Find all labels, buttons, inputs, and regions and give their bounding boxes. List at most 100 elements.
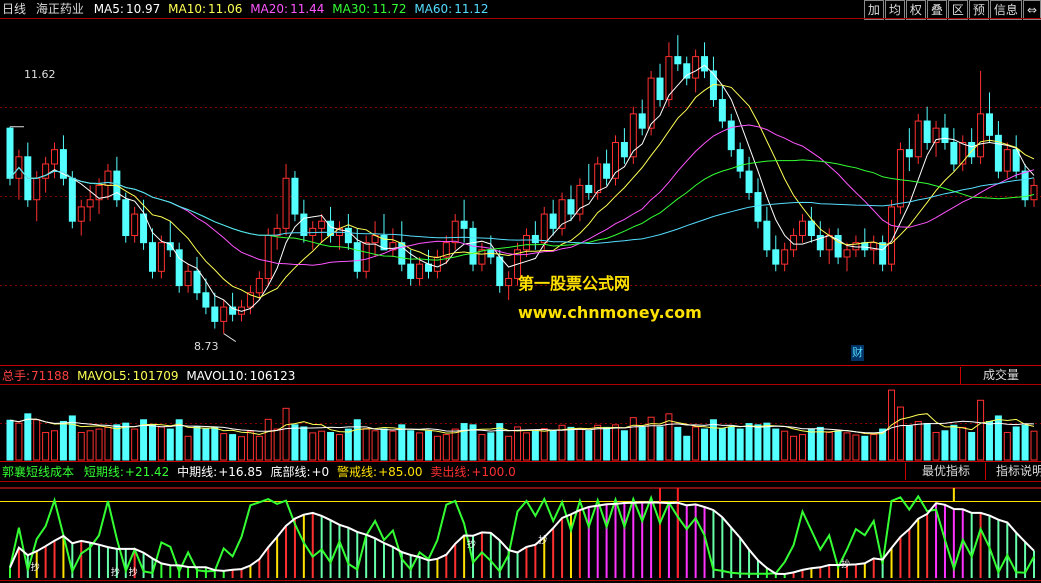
volume-bar: [522, 432, 530, 461]
buy-marker: 抄: [538, 534, 547, 546]
volume-bar: [959, 426, 967, 461]
volume-bar: [1012, 426, 1020, 461]
volume-bar: [15, 422, 23, 461]
candle-body: [959, 141, 967, 165]
volume-bar: [932, 431, 940, 461]
candle-body: [727, 120, 735, 151]
volume-bar: [718, 428, 726, 461]
candle-body: [416, 263, 424, 279]
volume-bar: [131, 428, 139, 461]
candle-body: [86, 199, 94, 208]
volume-bar: [656, 426, 664, 461]
candle-body: [896, 149, 904, 208]
sell-label: 卖出线:: [430, 465, 471, 479]
candle-body: [505, 277, 513, 287]
warn-value: +85.00: [378, 465, 423, 479]
volume-bar: [104, 426, 112, 461]
candle-body: [985, 113, 993, 136]
volume-bar: [202, 428, 210, 461]
volume-bar: [790, 435, 798, 461]
candle-body: [603, 163, 611, 179]
volume-bar: [896, 406, 904, 461]
candle-body: [754, 192, 762, 222]
volume-bar: [184, 435, 192, 461]
candle-body: [879, 242, 887, 265]
candle-body: [184, 270, 192, 287]
volume-bar: [478, 434, 486, 461]
volume-bar: [335, 434, 343, 461]
volume-bar: [843, 432, 851, 461]
volume-bar: [585, 430, 593, 461]
mid-value: +16.85: [218, 465, 263, 479]
volume-bar: [327, 431, 335, 461]
volume-bar: [282, 407, 290, 461]
candle-body: [211, 306, 219, 322]
candle-body: [736, 149, 744, 172]
candle-body: [594, 163, 602, 194]
candle-body: [683, 63, 691, 79]
indicator-name[interactable]: 郭襄短线成本: [2, 465, 74, 479]
candle-body: [407, 263, 415, 279]
volume-bar: [86, 430, 94, 461]
volume-bar: [309, 432, 317, 461]
volume-bar: [870, 434, 878, 461]
high-price-label: 11.62: [24, 68, 56, 81]
candle-body: [905, 149, 913, 158]
candle-body: [914, 120, 922, 158]
volume-bar: [211, 426, 219, 461]
volume-header: 总手:71188 MAVOL5: 101709 MAVOL10: 106123: [2, 367, 299, 385]
volume-bar: [362, 428, 370, 461]
volume-bar: [487, 432, 495, 461]
candle-body: [460, 220, 468, 229]
volume-bar: [425, 430, 433, 461]
volume-bar: [442, 434, 450, 461]
volume-bar: [113, 424, 121, 461]
volume-bar: [344, 428, 352, 461]
volume-bar: [273, 428, 281, 461]
volume-bar: [594, 424, 602, 461]
volume-bar: [567, 426, 575, 461]
volume-bar: [407, 430, 415, 461]
volume-bar: [692, 426, 700, 461]
volume-bar: [166, 428, 174, 461]
candle-body: [255, 277, 263, 294]
candle-body: [362, 242, 370, 272]
mavol5-label: MAVOL5:: [77, 369, 131, 383]
candle-body: [433, 256, 441, 272]
short-label: 短期线:: [83, 465, 124, 479]
candle-body: [496, 256, 504, 287]
volume-bar: [745, 423, 753, 461]
candle-body: [692, 56, 700, 79]
volume-bar: [460, 423, 468, 461]
candle-body: [763, 220, 771, 251]
volume-bar: [371, 430, 379, 461]
volume-bar: [861, 435, 869, 461]
candle-body: [888, 206, 896, 265]
indicator-help-button[interactable]: 指标说明: [985, 463, 1041, 480]
buy-marker: 抄: [31, 561, 40, 573]
volume-bar: [246, 430, 254, 461]
volume-bar: [576, 428, 584, 461]
event-marker[interactable]: 财: [851, 345, 864, 361]
total-value: 71188: [31, 369, 70, 383]
watermark-title: 第一股票公式网: [518, 274, 631, 293]
sell-value: +100.0: [471, 465, 516, 479]
volume-bar: [264, 418, 272, 461]
volume-bar: [549, 430, 557, 461]
volume-bar: [59, 420, 67, 461]
volume-button[interactable]: 成交量: [960, 367, 1041, 384]
volume-bar: [24, 413, 32, 461]
ma60-line: [9, 166, 1035, 245]
candle-body: [122, 199, 130, 237]
volume-bar: [157, 426, 165, 461]
volume-bar: [683, 435, 691, 461]
volume-bar: [6, 419, 14, 461]
volume-bar: [638, 426, 646, 461]
volume-bar: [77, 431, 85, 461]
bottom-label: 底部线:: [270, 465, 311, 479]
volume-bar: [51, 430, 59, 461]
buy-marker: 抄: [467, 538, 476, 550]
candle-body: [131, 213, 139, 237]
best-indicator-button[interactable]: 最优指标: [905, 463, 986, 480]
volume-bar: [505, 435, 513, 461]
